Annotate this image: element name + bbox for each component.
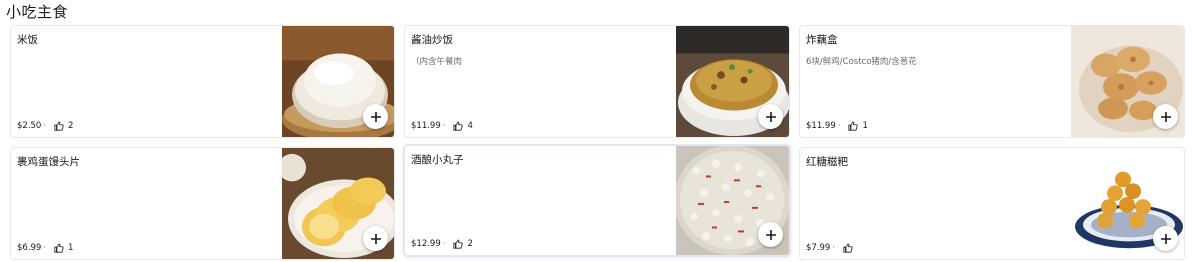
- item-name: 红糖糍粑: [806, 156, 848, 168]
- item-price: $12.99: [411, 239, 441, 249]
- plus-icon: [370, 233, 381, 244]
- thumbs-up-icon: [843, 243, 853, 253]
- like-count: 1: [68, 243, 74, 253]
- add-to-cart-button[interactable]: [758, 222, 783, 247]
- like-count: 2: [467, 239, 473, 249]
- plus-icon: [765, 229, 776, 240]
- item-price: $2.50: [17, 121, 42, 131]
- item-meta: $6.99 · 1: [17, 243, 74, 253]
- item-description: （内含午餐肉: [411, 57, 463, 67]
- item-name: 酱油炒饭: [411, 34, 453, 46]
- menu-item-card[interactable]: 酱油炒饭 （内含午餐肉 $11.99 · 4: [404, 25, 790, 138]
- menu-item-card[interactable]: 炸藕盒 6块/鲜鸡/Costco猪肉/含葱花 $11.99 · 1: [799, 25, 1185, 138]
- item-meta: $11.99 · 1: [806, 121, 868, 131]
- item-meta: $12.99 · 2: [411, 239, 473, 249]
- item-meta: $2.50 · 2: [17, 121, 74, 131]
- item-description: 6块/鲜鸡/Costco猪肉/含葱花: [806, 57, 917, 67]
- add-to-cart-button[interactable]: [758, 104, 783, 129]
- item-name: 米饭: [17, 34, 38, 46]
- thumbs-up-icon: [54, 121, 64, 131]
- plus-icon: [1160, 111, 1171, 122]
- item-meta: $11.99 · 4: [411, 121, 473, 131]
- item-price: $7.99: [806, 243, 831, 253]
- add-to-cart-button[interactable]: [363, 226, 388, 251]
- like-count: 4: [467, 121, 473, 131]
- menu-item-card[interactable]: 裹鸡蛋馒头片 $6.99 · 1: [10, 147, 395, 260]
- menu-item-card[interactable]: 米饭 $2.50 · 2: [10, 25, 395, 138]
- like-count: 2: [68, 121, 74, 131]
- add-to-cart-button[interactable]: [1153, 226, 1178, 251]
- like-count: 1: [862, 121, 868, 131]
- menu-item-card[interactable]: 酒酿小丸子 $12.99 · 2: [404, 145, 790, 256]
- section-title: 小吃主食: [6, 3, 69, 21]
- item-price: $11.99: [411, 121, 441, 131]
- thumbs-up-icon: [453, 239, 464, 249]
- thumbs-up-icon: [848, 121, 859, 131]
- add-to-cart-button[interactable]: [363, 104, 388, 129]
- plus-icon: [765, 111, 776, 122]
- thumbs-up-icon: [453, 121, 464, 131]
- thumbs-up-icon: [54, 243, 64, 253]
- item-name: 裹鸡蛋馒头片: [17, 156, 80, 168]
- add-to-cart-button[interactable]: [1153, 104, 1178, 129]
- item-name: 炸藕盒: [806, 34, 838, 46]
- plus-icon: [370, 111, 381, 122]
- item-meta: $7.99 ·: [806, 243, 857, 253]
- item-price: $11.99: [806, 121, 836, 131]
- plus-icon: [1160, 233, 1171, 244]
- item-price: $6.99: [17, 243, 42, 253]
- item-name: 酒酿小丸子: [411, 154, 464, 166]
- menu-item-card[interactable]: 红糖糍粑 $7.99 ·: [799, 147, 1185, 260]
